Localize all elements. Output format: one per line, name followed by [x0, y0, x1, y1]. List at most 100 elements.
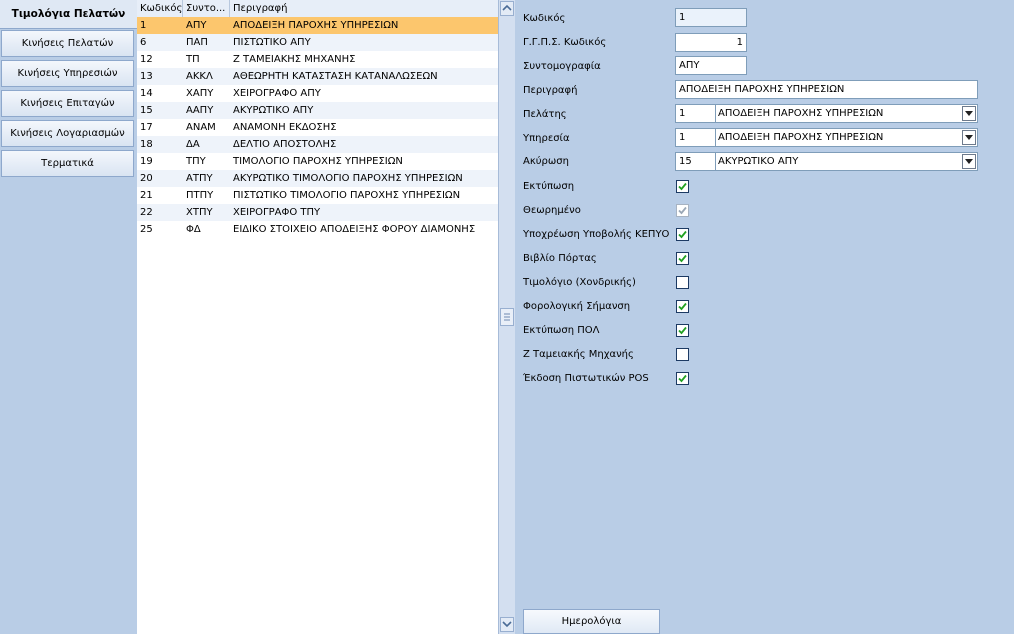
cell-abbreviation[interactable]: ΠΑΠ — [183, 34, 230, 51]
table-row[interactable]: 14 ΧΑΠΥ ΧΕΙΡΟΓΡΑΦΟ ΑΠΥ — [137, 85, 498, 102]
cell-abbreviation[interactable]: ΤΠΥ — [183, 153, 230, 170]
cell-code[interactable]: 15 — [137, 102, 183, 119]
cell-code[interactable]: 20 — [137, 170, 183, 187]
chevron-down-icon[interactable] — [962, 154, 976, 169]
customer-label: Πελάτης — [523, 109, 567, 120]
nav-button-terminals[interactable]: Τερματικά — [1, 150, 134, 177]
nav-button-service-movements[interactable]: Κινήσεις Υπηρεσιών — [1, 60, 134, 87]
cell-description[interactable]: ΑΝΑΜΟΝΗ ΕΚΔΟΣΗΣ — [230, 119, 498, 136]
table-row[interactable]: 15 ΑΑΠΥ ΑΚΥΡΩΤΙΚΟ ΑΠΥ — [137, 102, 498, 119]
cancellation-text[interactable]: ΑΚΥΡΩΤΙΚΟ ΑΠΥ — [718, 153, 958, 170]
cell-description[interactable]: ΤΙΜΟΛΟΓΙΟ ΠΑΡΟΧΗΣ ΥΠΗΡΕΣΙΩΝ — [230, 153, 498, 170]
cell-abbreviation[interactable]: ΑΑΠΥ — [183, 102, 230, 119]
check-icon — [678, 230, 687, 239]
checkbox[interactable] — [676, 300, 689, 313]
table-row[interactable]: 6 ΠΑΠ ΠΙΣΤΩΤΙΚΟ ΑΠΥ — [137, 34, 498, 51]
table-row[interactable]: 12 ΤΠ Ζ ΤΑΜΕΙΑΚΗΣ ΜΗΧΑΝΗΣ — [137, 51, 498, 68]
service-code[interactable]: 1 — [676, 129, 716, 146]
checkbox[interactable] — [676, 252, 689, 265]
cell-abbreviation[interactable]: ΔΑ — [183, 136, 230, 153]
cancellation-combo[interactable]: 15 ΑΚΥΡΩΤΙΚΟ ΑΠΥ — [675, 152, 978, 171]
ggps-code-field[interactable]: 1 — [675, 33, 747, 52]
checkbox[interactable] — [676, 348, 689, 361]
check-icon — [678, 326, 687, 335]
table-row[interactable]: 22 ΧΤΠΥ ΧΕΙΡΟΓΡΑΦΟ ΤΠΥ — [137, 204, 498, 221]
check-icon — [678, 254, 687, 263]
chevron-down-icon[interactable] — [962, 106, 976, 121]
cell-abbreviation[interactable]: ΦΔ — [183, 221, 230, 238]
cell-abbreviation[interactable]: ΑΤΠΥ — [183, 170, 230, 187]
cell-code[interactable]: 1 — [137, 17, 183, 34]
cell-description[interactable]: ΑΠΟΔΕΙΞΗ ΠΑΡΟΧΗΣ ΥΠΗΡΕΣΙΩΝ — [230, 17, 498, 34]
checkbox[interactable] — [676, 228, 689, 241]
cell-code[interactable]: 18 — [137, 136, 183, 153]
cell-description[interactable]: ΧΕΙΡΟΓΡΑΦΟ ΑΠΥ — [230, 85, 498, 102]
checkbox[interactable] — [676, 180, 689, 193]
cell-description[interactable]: ΠΙΣΤΩΤΙΚΟ ΑΠΥ — [230, 34, 498, 51]
chevron-down-icon[interactable] — [962, 130, 976, 145]
cell-description[interactable]: ΑΚΥΡΩΤΙΚΟ ΑΠΥ — [230, 102, 498, 119]
nav-button-cheque-movements[interactable]: Κινήσεις Επιταγών — [1, 90, 134, 117]
cell-description[interactable]: ΕΙΔΙΚΟ ΣΤΟΙΧΕΙΟ ΑΠΟΔΕΙΞΗΣ ΦΟΡΟΥ ΔΙΑΜΟΝΗΣ — [230, 221, 498, 238]
check-icon — [678, 206, 687, 215]
cell-code[interactable]: 13 — [137, 68, 183, 85]
cell-code[interactable]: 21 — [137, 187, 183, 204]
cell-abbreviation[interactable]: ΠΤΠΥ — [183, 187, 230, 204]
cell-code[interactable]: 25 — [137, 221, 183, 238]
cell-code[interactable]: 12 — [137, 51, 183, 68]
cell-abbreviation[interactable]: ΑΚΚΛ — [183, 68, 230, 85]
cell-description[interactable]: ΠΙΣΤΩΤΙΚΟ ΤΙΜΟΛΟΓΙΟ ΠΑΡΟΧΗΣ ΥΠΗΡΕΣΙΩΝ — [230, 187, 498, 204]
scroll-thumb[interactable] — [500, 308, 514, 326]
table-row[interactable]: 25 ΦΔ ΕΙΔΙΚΟ ΣΤΟΙΧΕΙΟ ΑΠΟΔΕΙΞΗΣ ΦΟΡΟΥ ΔΙΑΜ… — [137, 221, 498, 238]
cell-code[interactable]: 6 — [137, 34, 183, 51]
customer-code[interactable]: 1 — [676, 105, 716, 122]
checkbox[interactable] — [676, 324, 689, 337]
checkbox-label: Φορολογική Σήμανση — [523, 301, 631, 312]
cell-abbreviation[interactable]: ΤΠ — [183, 51, 230, 68]
cell-abbreviation[interactable]: ΑΝΑΜ — [183, 119, 230, 136]
cancellation-label: Ακύρωση — [523, 156, 569, 167]
cell-description[interactable]: Ζ ΤΑΜΕΙΑΚΗΣ ΜΗΧΑΝΗΣ — [230, 51, 498, 68]
service-label: Υπηρεσία — [523, 133, 570, 144]
description-field[interactable]: ΑΠΟΔΕΙΞΗ ΠΑΡΟΧΗΣ ΥΠΗΡΕΣΙΩΝ — [675, 80, 978, 99]
service-text[interactable]: ΑΠΟΔΕΙΞΗ ΠΑΡΟΧΗΣ ΥΠΗΡΕΣΙΩΝ — [718, 129, 958, 146]
customer-text[interactable]: ΑΠΟΔΕΙΞΗ ΠΑΡΟΧΗΣ ΥΠΗΡΕΣΙΩΝ — [718, 105, 958, 122]
cell-abbreviation[interactable]: ΧΤΠΥ — [183, 204, 230, 221]
customer-combo[interactable]: 1 ΑΠΟΔΕΙΞΗ ΠΑΡΟΧΗΣ ΥΠΗΡΕΣΙΩΝ — [675, 104, 978, 123]
scroll-up-icon[interactable] — [500, 1, 514, 16]
table-row[interactable]: 20 ΑΤΠΥ ΑΚΥΡΩΤΙΚΟ ΤΙΜΟΛΟΓΙΟ ΠΑΡΟΧΗΣ ΥΠΗΡΕΣ… — [137, 170, 498, 187]
cancellation-code[interactable]: 15 — [676, 153, 716, 170]
column-header-abbreviation[interactable]: Συντο... — [183, 0, 230, 17]
code-field[interactable]: 1 — [675, 8, 747, 27]
cell-description[interactable]: ΔΕΛΤΙΟ ΑΠΟΣΤΟΛΗΣ — [230, 136, 498, 153]
nav-button-customer-movements[interactable]: Κινήσεις Πελατών — [1, 30, 134, 57]
checkbox[interactable] — [676, 372, 689, 385]
invoice-types-grid: Κωδικός Συντο... Περιγραφή 1 ΑΠΥ ΑΠΟΔΕΙΞΗ … — [137, 0, 498, 634]
cell-abbreviation[interactable]: ΑΠΥ — [183, 17, 230, 34]
cell-abbreviation[interactable]: ΧΑΠΥ — [183, 85, 230, 102]
service-combo[interactable]: 1 ΑΠΟΔΕΙΞΗ ΠΑΡΟΧΗΣ ΥΠΗΡΕΣΙΩΝ — [675, 128, 978, 147]
checkbox[interactable] — [676, 276, 689, 289]
column-header-description[interactable]: Περιγραφή — [230, 0, 498, 17]
table-row[interactable]: 19 ΤΠΥ ΤΙΜΟΛΟΓΙΟ ΠΑΡΟΧΗΣ ΥΠΗΡΕΣΙΩΝ — [137, 153, 498, 170]
calendars-button[interactable]: Ημερολόγια — [523, 609, 660, 634]
cell-description[interactable]: ΑΚΥΡΩΤΙΚΟ ΤΙΜΟΛΟΓΙΟ ΠΑΡΟΧΗΣ ΥΠΗΡΕΣΙΩΝ — [230, 170, 498, 187]
scroll-down-icon[interactable] — [500, 617, 514, 632]
nav-button-account-movements[interactable]: Κινήσεις Λογαριασμών — [1, 120, 134, 147]
abbreviation-field[interactable]: ΑΠΥ — [675, 56, 747, 75]
table-row[interactable]: 18 ΔΑ ΔΕΛΤΙΟ ΑΠΟΣΤΟΛΗΣ — [137, 136, 498, 153]
table-row[interactable]: 1 ΑΠΥ ΑΠΟΔΕΙΞΗ ΠΑΡΟΧΗΣ ΥΠΗΡΕΣΙΩΝ — [137, 17, 498, 34]
cell-code[interactable]: 17 — [137, 119, 183, 136]
cell-description[interactable]: ΑΘΕΩΡΗΤΗ ΚΑΤΑΣΤΑΣΗ ΚΑΤΑΝΑΛΩΣΕΩΝ — [230, 68, 498, 85]
cell-code[interactable]: 22 — [137, 204, 183, 221]
cell-code[interactable]: 19 — [137, 153, 183, 170]
cell-description[interactable]: ΧΕΙΡΟΓΡΑΦΟ ΤΠΥ — [230, 204, 498, 221]
cell-code[interactable]: 14 — [137, 85, 183, 102]
column-header-code[interactable]: Κωδικός — [137, 0, 183, 17]
nav-title: Τιμολόγια Πελατών — [0, 0, 137, 29]
grid-scrollbar[interactable] — [498, 0, 515, 634]
table-row[interactable]: 17 ΑΝΑΜ ΑΝΑΜΟΝΗ ΕΚΔΟΣΗΣ — [137, 119, 498, 136]
table-row[interactable]: 13 ΑΚΚΛ ΑΘΕΩΡΗΤΗ ΚΑΤΑΣΤΑΣΗ ΚΑΤΑΝΑΛΩΣΕΩΝ — [137, 68, 498, 85]
ggps-code-label: Γ.Γ.Π.Σ. Κωδικός — [523, 37, 607, 48]
table-row[interactable]: 21 ΠΤΠΥ ΠΙΣΤΩΤΙΚΟ ΤΙΜΟΛΟΓΙΟ ΠΑΡΟΧΗΣ ΥΠΗΡΕΣ… — [137, 187, 498, 204]
